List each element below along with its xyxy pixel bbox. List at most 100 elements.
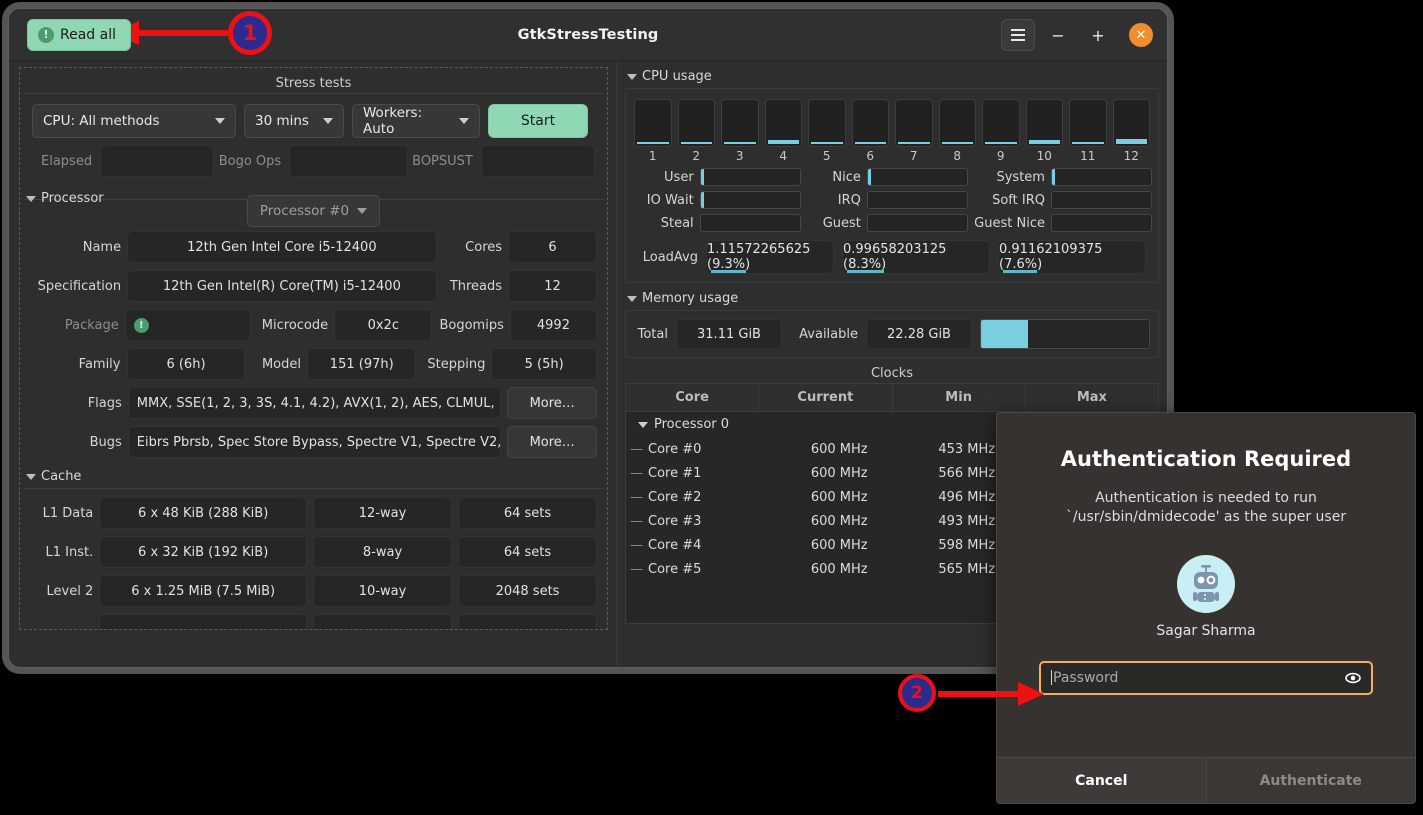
cache-row-label: L1 Inst.	[30, 545, 93, 560]
cache-row-label: L1 Data	[30, 506, 93, 521]
cpu-core-number: 8	[953, 149, 961, 163]
cache-expander[interactable]: Cache	[24, 465, 603, 488]
meter-label-softirq: Soft IRQ	[974, 193, 1045, 208]
column-header-max[interactable]: Max	[1026, 384, 1158, 411]
cpu-core-number: 5	[823, 149, 831, 163]
column-header-min[interactable]: Min	[893, 384, 1026, 411]
cpu-core-number: 9	[997, 149, 1005, 163]
cache-table: L1 Data 6 x 48 KiB (288 KiB) 12-way 64 s…	[24, 488, 603, 630]
cache-row-label: Level 2	[30, 584, 93, 599]
meter-label-nice: Nice	[807, 170, 861, 185]
stress-tests-frame: Stress tests CPU: All methods 30 mins	[24, 76, 603, 187]
window-titlebar: ! Read all GtkStressTesting − + ✕	[9, 9, 1167, 61]
annotation-marker-1: 1	[228, 11, 272, 55]
meter-system	[1051, 168, 1152, 186]
cache-row-ways: 8-way	[313, 536, 452, 568]
memory-available-label: Available	[790, 327, 858, 342]
stress-workers-select[interactable]: Workers: Auto	[352, 104, 480, 138]
package-label: Package	[30, 318, 119, 333]
chevron-down-icon	[215, 118, 225, 124]
clocks-group-label: Processor 0	[654, 417, 729, 432]
minimize-button[interactable]: −	[1041, 19, 1075, 51]
column-header-current[interactable]: Current	[759, 384, 892, 411]
stress-method-select[interactable]: CPU: All methods	[32, 104, 236, 138]
cpu-core-number: 3	[736, 149, 744, 163]
read-all-button[interactable]: ! Read all	[27, 19, 131, 51]
window-title: GtkStressTesting	[9, 27, 1167, 43]
info-circle-icon: !	[134, 318, 149, 333]
loadavg-15min: 0.91162109375 (7.6%)	[998, 240, 1146, 274]
chevron-down-icon	[459, 118, 469, 124]
meter-softirq	[1051, 191, 1152, 209]
flags-more-button[interactable]: More…	[507, 387, 597, 419]
table-row: Level 2 6 x 1.25 MiB (7.5 MiB) 10-way 20…	[30, 575, 597, 607]
text-caret	[1051, 670, 1052, 685]
clock-current: 600 MHz	[776, 466, 904, 481]
cancel-button[interactable]: Cancel	[997, 758, 1207, 803]
clock-current: 600 MHz	[776, 514, 904, 529]
meter-irq	[867, 191, 968, 209]
clock-current: 600 MHz	[776, 562, 904, 577]
loadavg-label: LoadAvg	[632, 250, 698, 265]
elapsed-label: Elapsed	[32, 154, 100, 169]
meter-label-steal: Steal	[632, 216, 694, 231]
password-input[interactable]: Password	[1039, 661, 1373, 695]
left-pane: Stress tests CPU: All methods 30 mins	[9, 61, 617, 668]
memory-usage-bar	[980, 319, 1150, 349]
cpu-core-number: 11	[1080, 149, 1095, 163]
auth-dialog-body: Authentication Required Authentication i…	[997, 413, 1415, 757]
cpu-meter-row: User Nice System	[632, 168, 1152, 186]
model-label: Model	[251, 357, 301, 372]
cache-row-ways: 12-way	[313, 497, 452, 529]
zoom-in-button[interactable]: +	[1081, 19, 1115, 51]
bopsust-value	[481, 145, 595, 177]
auth-dialog-description: Authentication is needed to run `/usr/sb…	[1021, 489, 1391, 527]
cache-row-sets: 64 sets	[458, 497, 597, 529]
cpu-usage-section-label: CPU usage	[642, 69, 712, 84]
threads-label: Threads	[443, 279, 502, 294]
cpu-usage-expander[interactable]: CPU usage	[625, 65, 1159, 88]
stress-duration-select[interactable]: 30 mins	[244, 104, 344, 138]
eye-icon[interactable]	[1345, 670, 1361, 686]
meter-guestnice	[1051, 214, 1152, 232]
specification-label: Specification	[30, 279, 121, 294]
cpu-meter-row: IO Wait IRQ Soft IRQ	[632, 191, 1152, 209]
authenticate-button[interactable]: Authenticate	[1207, 758, 1416, 803]
family-label: Family	[30, 357, 121, 372]
bugs-label: Bugs	[30, 435, 122, 450]
clocks-title: Clocks	[625, 366, 1159, 381]
bugs-more-button[interactable]: More…	[507, 426, 597, 458]
meter-label-iowait: IO Wait	[632, 193, 694, 208]
model-value: 151 (97h)	[307, 348, 416, 380]
bugs-value: Eibrs Pbrsb, Spec Store Bypass, Spectre …	[128, 426, 502, 458]
package-value: !	[125, 309, 251, 341]
meter-label-guest: Guest	[807, 216, 861, 231]
chevron-down-icon	[357, 208, 367, 214]
chevron-down-icon	[627, 296, 637, 302]
processor-selector[interactable]: Processor #0	[247, 195, 380, 227]
close-icon[interactable]: ✕	[1129, 23, 1153, 47]
processor-details: Name 12th Gen Intel Core i5-12400 Cores …	[24, 227, 603, 458]
memory-usage-panel: Total 31.11 GiB Available 22.28 GiB	[625, 310, 1159, 358]
stress-duration-value: 30 mins	[255, 113, 309, 129]
info-circle-icon: !	[38, 27, 54, 43]
loadavg-5min: 0.99658203125 (8.3%)	[842, 240, 990, 274]
column-header-core[interactable]: Core	[626, 384, 759, 411]
cpu-core-graph: 5	[808, 99, 846, 163]
hamburger-menu-icon[interactable]	[1001, 19, 1035, 51]
cpu-core-number: 4	[779, 149, 787, 163]
clock-core-name: Core #2	[626, 490, 776, 505]
start-button[interactable]: Start	[488, 104, 588, 138]
cpu-core-graph: 2	[678, 99, 716, 163]
clock-current: 600 MHz	[776, 442, 904, 457]
auth-user-name: Sagar Sharma	[1021, 623, 1391, 639]
meter-user	[700, 168, 801, 186]
memory-available-value: 22.28 GiB	[866, 319, 972, 349]
clock-core-name: Core #5	[626, 562, 776, 577]
cpu-core-graph: 9	[982, 99, 1020, 163]
memory-usage-expander[interactable]: Memory usage	[625, 287, 1159, 310]
clocks-table-header: Core Current Min Max	[626, 384, 1158, 412]
read-all-label: Read all	[60, 27, 116, 43]
clock-core-name: Core #1	[626, 466, 776, 481]
gtkstresstesting-window: ! Read all GtkStressTesting − + ✕ Stress…	[8, 8, 1168, 668]
